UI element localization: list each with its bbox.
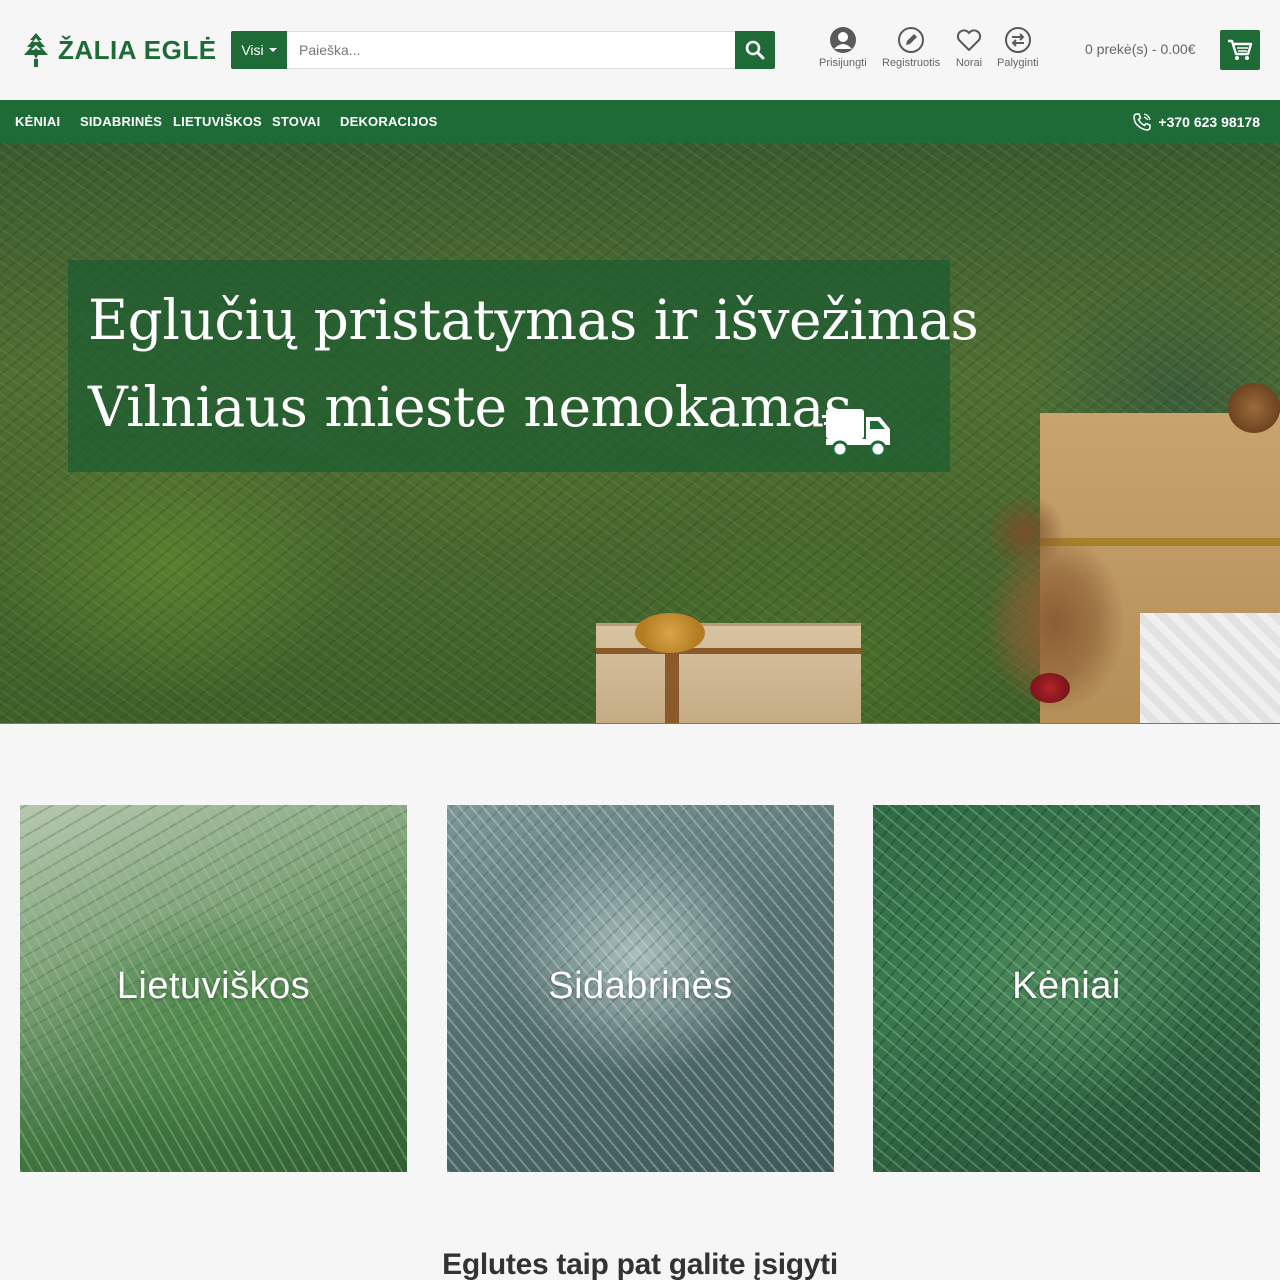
wishlist-link[interactable]: Norai	[955, 26, 983, 69]
phone-icon	[1133, 112, 1152, 131]
cart-icon	[1228, 39, 1253, 60]
phone-link[interactable]: +370 623 98178	[1132, 100, 1260, 143]
compare-label: Palyginti	[997, 57, 1039, 69]
user-icon	[829, 26, 857, 54]
login-label: Prisijungti	[819, 57, 867, 69]
category-label: Lietuviškos	[116, 965, 311, 1007]
divider	[0, 723, 1280, 724]
search-bar: Visi	[231, 31, 775, 69]
nav-item-sidabrines[interactable]: Sidabrinės	[80, 100, 162, 143]
caret-down-icon	[268, 48, 277, 52]
category-card-keniai[interactable]: Kėniai	[873, 805, 1260, 1172]
gift-decoration	[1140, 613, 1280, 724]
nav-item-lietuviskos[interactable]: Lietuviškos	[173, 100, 262, 143]
gift-bow-decoration	[635, 613, 705, 653]
category-label: Sidabrinės	[548, 965, 733, 1007]
cart-summary[interactable]: 0 prekė(s) - 0.00€	[1085, 41, 1196, 57]
search-category-label: Visi	[241, 42, 264, 58]
nav-item-stovai[interactable]: Stovai	[272, 100, 320, 143]
berries-decoration	[1030, 673, 1070, 703]
nav-item-keniai[interactable]: Kėniai	[15, 100, 60, 143]
site-header: ŽALIA EGLĖ Visi Prisijungti Registruotis	[0, 0, 1280, 100]
compare-icon	[1004, 26, 1032, 54]
tree-logo-icon	[24, 33, 48, 67]
pinecone-decoration	[1228, 383, 1280, 433]
hero-banner-image[interactable]: Eglučių pristatymas ir išvežimas Vilniau…	[0, 143, 1280, 724]
cart-button[interactable]	[1220, 30, 1260, 70]
hero-heading-line1: Eglučių pristatymas ir išvežimas	[88, 288, 979, 352]
phone-number: +370 623 98178	[1158, 113, 1260, 130]
truck-icon	[822, 409, 890, 458]
category-card-lietuviskos[interactable]: Lietuviškos	[20, 805, 407, 1172]
register-label: Registruotis	[882, 57, 941, 69]
site-logo[interactable]: ŽALIA EGLĖ	[20, 30, 217, 70]
main-nav: Kėniai Sidabrinės Lietuviškos Stovai Dek…	[0, 100, 1280, 143]
login-link[interactable]: Prisijungti	[819, 26, 867, 69]
category-card-sidabrines[interactable]: Sidabrinės	[447, 805, 834, 1172]
gift-ribbon-decoration	[596, 648, 861, 654]
nav-item-dekoracijos[interactable]: Dekoracijos	[340, 100, 438, 143]
brand-name: ŽALIA EGLĖ	[58, 34, 217, 65]
register-link[interactable]: Registruotis	[882, 26, 940, 69]
search-category-dropdown[interactable]: Visi	[231, 31, 287, 69]
section-title: Eglutes taip pat galite įsigyti	[442, 1248, 838, 1280]
search-icon	[745, 40, 765, 60]
wishlist-label: Norai	[955, 57, 983, 69]
compare-link[interactable]: Palyginti	[997, 26, 1039, 69]
heart-icon	[955, 26, 983, 54]
search-input[interactable]	[287, 31, 735, 69]
hero-heading-line2: Vilniaus mieste nemokamas	[88, 375, 852, 439]
hero-text-panel: Eglučių pristatymas ir išvežimas Vilniau…	[68, 260, 979, 472]
pencil-icon	[897, 26, 925, 54]
search-button[interactable]	[735, 31, 775, 69]
category-label: Kėniai	[1012, 965, 1121, 1007]
